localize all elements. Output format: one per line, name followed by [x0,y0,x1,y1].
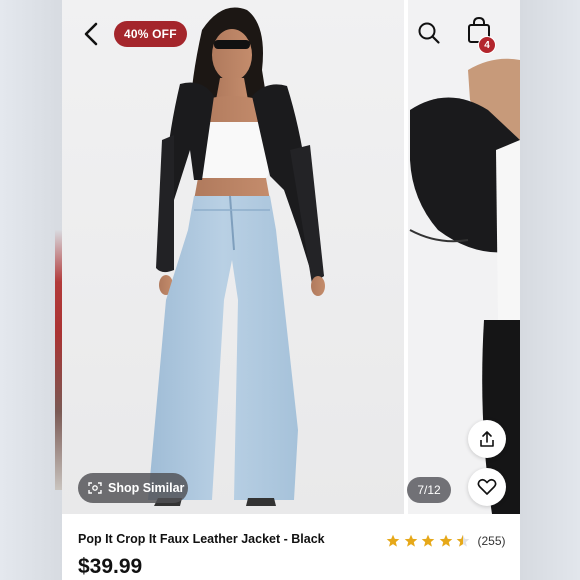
star-full-icon [421,534,435,547]
rating-stars[interactable]: (255) [386,534,506,548]
wishlist-button[interactable] [468,468,506,506]
product-photo-main[interactable] [62,0,408,514]
camera-scan-icon [88,482,102,494]
share-icon [480,431,494,447]
star-full-icon [439,534,452,547]
star-half-icon [456,534,470,547]
shop-similar-button[interactable]: Shop Similar [78,473,188,503]
product-price: $39.99 [78,555,143,578]
background-left-edge [0,0,62,580]
background-strip [55,230,62,490]
shop-similar-label: Shop Similar [108,481,185,495]
discount-badge: 40% OFF [114,21,187,47]
product-title: Pop It Crop It Faux Leather Jacket - Bla… [78,532,325,546]
background-right-edge [520,0,580,580]
share-button[interactable] [468,420,506,458]
image-counter: 7/12 [407,477,451,503]
back-button[interactable] [76,18,106,50]
search-icon [418,22,440,44]
star-full-icon [404,534,417,547]
product-page: 40% OFF 4 Shop Similar 7/12 Pop It Crop … [62,0,520,580]
search-button[interactable] [414,18,444,48]
model-illustration [62,0,408,514]
heart-icon [477,478,497,495]
review-count[interactable]: (255) [478,534,506,548]
cart-count-badge: 4 [478,36,496,54]
star-full-icon [386,534,400,547]
product-info: Pop It Crop It Faux Leather Jacket - Bla… [62,514,520,580]
chevron-left-icon [84,22,98,46]
